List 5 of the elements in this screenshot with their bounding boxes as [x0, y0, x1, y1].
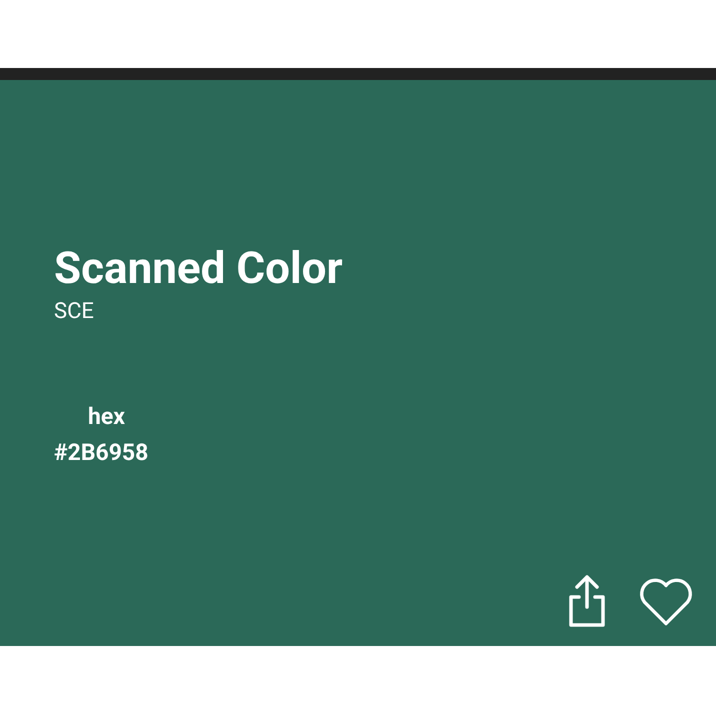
value-label: hex: [88, 402, 126, 432]
card-subtitle: SCE: [54, 298, 94, 326]
card-title: Scanned Color: [54, 241, 343, 296]
heart-icon: [637, 576, 695, 626]
hex-value: #2B6958: [54, 438, 148, 468]
